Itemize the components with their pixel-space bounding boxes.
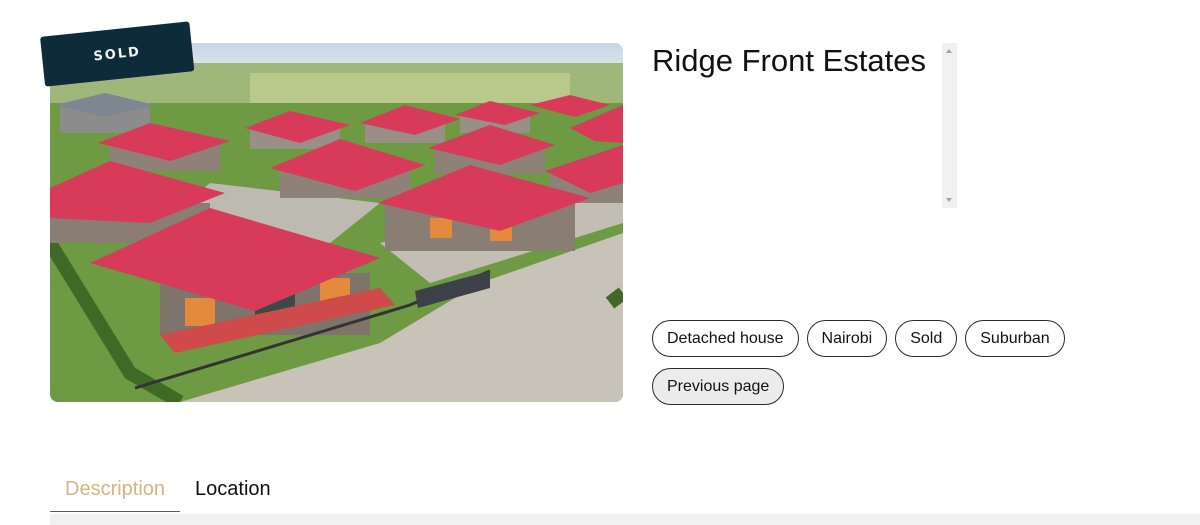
- detail-tabs: Description Location: [50, 468, 286, 512]
- listing-title: Ridge Front Estates: [652, 43, 926, 78]
- previous-page-button[interactable]: Previous page: [652, 368, 785, 405]
- tab-content-panel: [50, 514, 1200, 525]
- listing-image-container: SOLD: [40, 21, 623, 402]
- tag-row-nav: Previous page: [652, 368, 1172, 405]
- tag-row: Detached house Nairobi Sold Suburban: [652, 320, 1172, 357]
- listing-photo[interactable]: [50, 43, 623, 402]
- scroll-up-icon[interactable]: [946, 49, 952, 53]
- vertical-scrollbar[interactable]: [942, 43, 957, 208]
- estate-aerial-photo: [50, 43, 623, 402]
- tab-location[interactable]: Location: [180, 468, 286, 512]
- title-scroll-area[interactable]: Ridge Front Estates: [652, 43, 957, 208]
- tag-detached-house[interactable]: Detached house: [652, 320, 799, 357]
- tag-suburban[interactable]: Suburban: [965, 320, 1065, 357]
- tab-description[interactable]: Description: [50, 468, 181, 512]
- tag-nairobi[interactable]: Nairobi: [806, 320, 888, 357]
- scroll-down-icon[interactable]: [946, 198, 952, 202]
- tag-list: Detached house Nairobi Sold Suburban Pre…: [652, 320, 1172, 416]
- tag-sold[interactable]: Sold: [895, 320, 958, 357]
